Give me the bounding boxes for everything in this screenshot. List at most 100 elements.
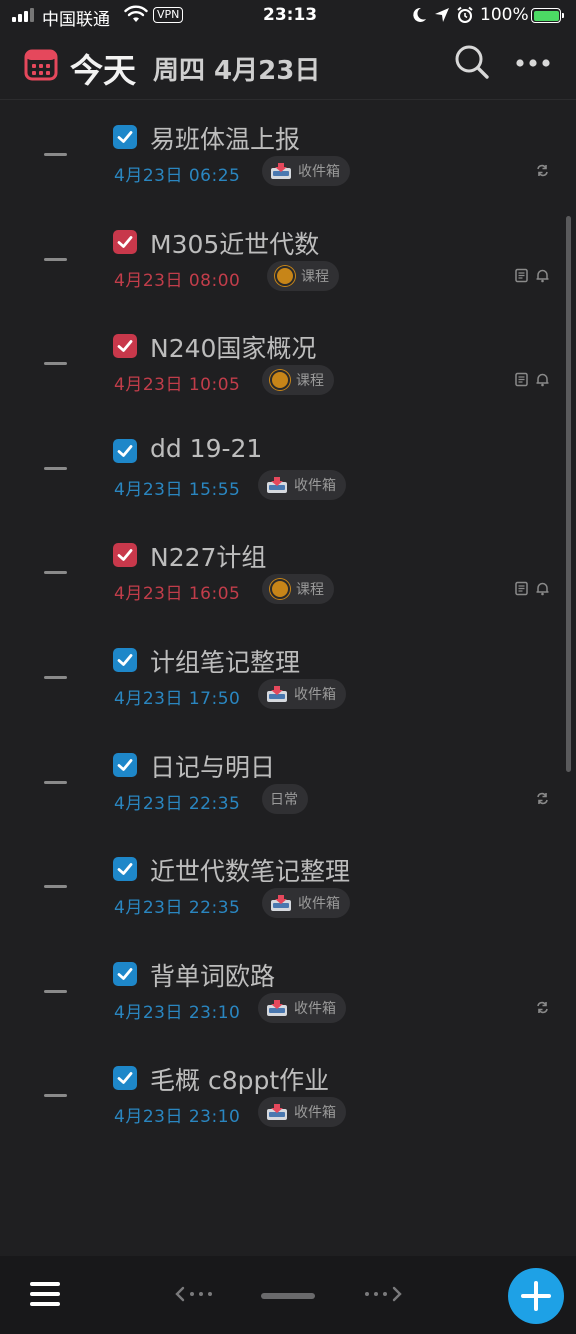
task-title[interactable]: 毛概 c8ppt作业: [150, 1061, 329, 1097]
task-row[interactable]: 易班体温上报 4月23日 06:25 收件箱: [0, 100, 576, 205]
task-row[interactable]: 背单词欧路 4月23日 23:10 收件箱: [0, 937, 576, 1042]
task-checkbox[interactable]: [113, 752, 137, 777]
task-title[interactable]: M305近世代数: [150, 225, 319, 261]
checkmark-icon: [117, 444, 133, 457]
task-title[interactable]: 背单词欧路: [150, 957, 275, 993]
task-title[interactable]: 易班体温上报: [150, 120, 300, 156]
list-tag[interactable]: 收件箱: [258, 992, 346, 1023]
task-checkbox[interactable]: [113, 857, 137, 882]
search-icon[interactable]: [454, 44, 490, 80]
task-title[interactable]: N227计组: [150, 538, 266, 574]
list-tag-label: 收件箱: [298, 896, 340, 913]
task-title[interactable]: 日记与明日: [150, 748, 275, 784]
task-date: 4月23日 17:50: [114, 688, 241, 709]
drag-handle[interactable]: [44, 1094, 67, 1098]
list-tag[interactable]: 课程: [262, 365, 334, 396]
list-tag[interactable]: 收件箱: [262, 156, 350, 186]
list-tag[interactable]: 收件箱: [258, 469, 346, 500]
header: 今天 周四 4月23日: [0, 32, 576, 100]
list-tag[interactable]: 收件箱: [262, 888, 350, 919]
task-date: 4月23日 23:10: [114, 1107, 241, 1128]
task-date: 4月23日 10:05: [114, 375, 241, 396]
home-indicator[interactable]: [261, 1293, 315, 1299]
list-tag-label: 课程: [296, 582, 324, 599]
task-date: 4月23日 08:00: [114, 270, 241, 291]
task-status-icons: [535, 163, 550, 182]
inbox-icon: [267, 476, 287, 493]
list-tag[interactable]: 课程: [267, 260, 339, 291]
checkmark-icon: [117, 654, 133, 666]
page-title: 今天: [70, 51, 136, 90]
drag-handle[interactable]: [44, 571, 67, 575]
task-checkbox[interactable]: [113, 647, 137, 672]
calendar-icon[interactable]: [24, 47, 58, 81]
task-status-icons: [535, 791, 550, 810]
drag-handle[interactable]: [44, 989, 67, 993]
drag-handle[interactable]: [44, 257, 67, 261]
list-tag[interactable]: 收件箱: [258, 1097, 346, 1128]
task-date: 4月23日 22:35: [114, 793, 241, 814]
task-checkbox[interactable]: [113, 229, 137, 254]
status-time: 23:13: [263, 5, 318, 25]
list-tag[interactable]: 日常: [262, 783, 308, 814]
list-tag-label: 收件箱: [294, 1105, 336, 1122]
checkmark-icon: [117, 131, 133, 143]
more-options-icon[interactable]: [515, 58, 551, 68]
drag-handle[interactable]: [44, 780, 67, 784]
inbox-icon: [267, 1104, 287, 1121]
task-row[interactable]: 计组笔记整理 4月23日 17:50 收件箱: [0, 623, 576, 728]
task-checkbox[interactable]: [113, 1066, 137, 1091]
task-status-icons: [535, 1000, 550, 1019]
checkmark-icon: [117, 967, 133, 980]
drag-handle[interactable]: [44, 675, 67, 679]
task-title[interactable]: dd 19-21: [150, 434, 262, 463]
task-status-icons: [514, 268, 550, 287]
scrollbar[interactable]: [566, 216, 571, 772]
list-tag-label: 收件箱: [294, 686, 336, 703]
task-row[interactable]: dd 19-21 4月23日 15:55 收件箱: [0, 414, 576, 519]
list-tag-label: 收件箱: [298, 164, 340, 180]
drag-handle[interactable]: [44, 466, 67, 470]
task-checkbox[interactable]: [113, 961, 137, 986]
task-row[interactable]: 日记与明日 4月23日 22:35 日常: [0, 728, 576, 833]
status-bar: 中国联通 VPN 23:13 100%: [0, 0, 576, 32]
drag-handle[interactable]: [44, 362, 67, 366]
task-title[interactable]: N240国家概况: [150, 329, 316, 365]
task-checkbox[interactable]: [113, 334, 137, 359]
note-icon: [514, 372, 529, 391]
list-tag-label: 日常: [270, 791, 298, 808]
inbox-icon: [271, 163, 291, 179]
list-tag-label: 课程: [296, 373, 324, 390]
task-title[interactable]: 计组笔记整理: [150, 643, 300, 679]
task-list: 易班体温上报 4月23日 06:25 收件箱 M305近世代数 4月23日 08:00 课…: [0, 100, 576, 1146]
page-subtitle-date: 周四 4月23日: [153, 56, 321, 86]
task-row[interactable]: 毛概 c8ppt作业 4月23日 23:10 收件箱: [0, 1041, 576, 1146]
task-checkbox[interactable]: [113, 438, 137, 463]
task-date: 4月23日 23:10: [114, 1002, 241, 1023]
task-checkbox[interactable]: [113, 125, 137, 149]
repeat-icon: [535, 163, 550, 182]
battery-percent: 100%: [480, 5, 529, 25]
wifi-icon: [124, 5, 148, 22]
note-icon: [514, 581, 529, 600]
add-task-button[interactable]: [508, 1268, 564, 1324]
previous-day-icon[interactable]: [175, 1286, 215, 1302]
list-tag[interactable]: 课程: [262, 574, 334, 605]
next-day-icon[interactable]: [362, 1286, 402, 1302]
signal-icon: [12, 8, 34, 22]
drag-handle[interactable]: [44, 153, 67, 156]
vpn-badge: VPN: [153, 7, 184, 23]
task-row[interactable]: N240国家概况 4月23日 10:05 课程: [0, 309, 576, 414]
bell-icon: [535, 372, 550, 391]
repeat-icon: [535, 1000, 550, 1019]
task-row[interactable]: M305近世代数 4月23日 08:00 课程: [0, 205, 576, 310]
task-row[interactable]: N227计组 4月23日 16:05 课程: [0, 518, 576, 623]
task-row[interactable]: 近世代数笔记整理 4月23日 22:35 收件箱: [0, 832, 576, 937]
carrier-name: 中国联通: [42, 10, 110, 30]
list-tag[interactable]: 收件箱: [258, 678, 346, 709]
menu-icon[interactable]: [30, 1281, 60, 1307]
task-title[interactable]: 近世代数笔记整理: [150, 852, 350, 888]
inbox-icon: [267, 999, 287, 1016]
task-checkbox[interactable]: [113, 543, 137, 568]
drag-handle[interactable]: [44, 885, 67, 889]
